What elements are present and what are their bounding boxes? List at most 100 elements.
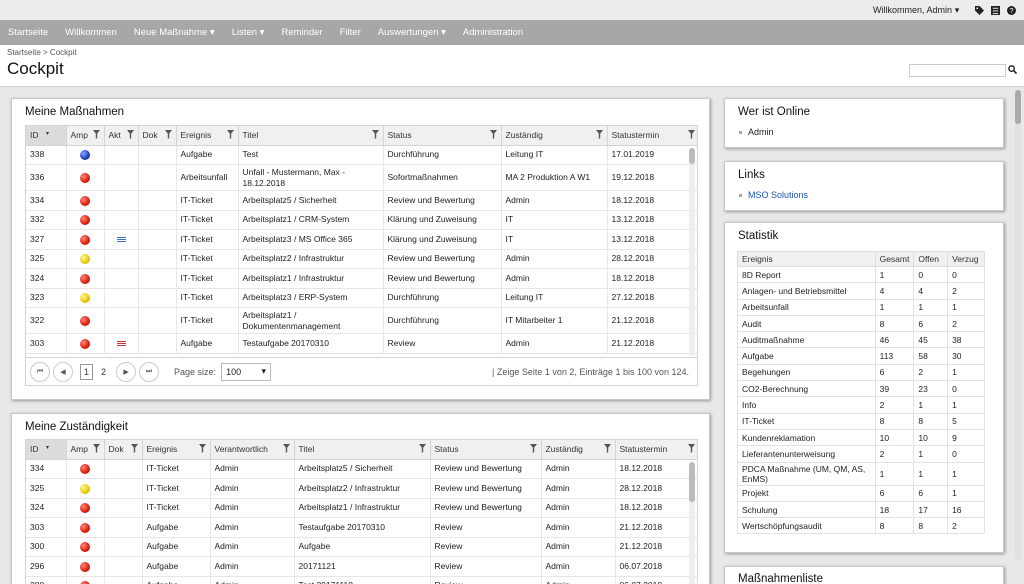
- page-1-button[interactable]: 1: [80, 363, 94, 380]
- column-header[interactable]: Amp: [66, 126, 105, 146]
- search-icon[interactable]: [1008, 65, 1018, 77]
- filter-icon[interactable]: [226, 130, 234, 139]
- statistik-title: Statistik: [738, 230, 779, 242]
- cell-id: 323: [26, 288, 67, 308]
- table-row[interactable]: 296 Aufgabe Admin 20171121 Review Admin 06.07.…: [26, 556, 697, 577]
- table-row[interactable]: 325 IT-Ticket Admin Arbeitsplatz2 / Infrast…: [26, 478, 697, 499]
- stat-value: 0: [947, 265, 985, 284]
- table-row[interactable]: 300 Aufgabe Admin Aufgabe Review Admin 21.12.2…: [26, 537, 697, 557]
- table-row[interactable]: 303 Aufgabe Admin Testaufgabe 20170310 Revie…: [26, 517, 697, 538]
- column-header[interactable]: Dok: [138, 126, 177, 146]
- column-header[interactable]: Zuständig: [501, 126, 608, 146]
- filter-icon[interactable]: [92, 130, 100, 139]
- massnahmen-scrollbar[interactable]: [689, 148, 695, 356]
- nav-auswertungen[interactable]: Auswertungen ▾: [378, 27, 446, 38]
- zustaendigkeit-scrollbar[interactable]: [689, 462, 695, 584]
- column-header[interactable]: Statustermin: [615, 440, 697, 460]
- table-row[interactable]: 303 Aufgabe Testaufgabe 20170310 Review Admi…: [26, 333, 697, 354]
- activity-icon[interactable]: [116, 236, 126, 243]
- table-row[interactable]: 322 IT-Ticket Arbeitsplatz1 / Dokumentenma…: [26, 307, 697, 334]
- activity-icon[interactable]: [116, 340, 126, 347]
- chevron-down-icon[interactable]: ▾: [952, 5, 962, 15]
- column-header[interactable]: Ereignis: [142, 440, 211, 460]
- column-header-label: Ereignis: [146, 444, 178, 455]
- table-row[interactable]: 338 Aufgabe Test Durchführung Leitung IT 17.0…: [26, 145, 697, 165]
- breadcrumb[interactable]: Startseite > Cockpit: [7, 48, 77, 57]
- filter-icon[interactable]: [418, 444, 426, 453]
- table-row[interactable]: 324 IT-Ticket Arbeitsplatz1 / Infrastruktu…: [26, 268, 697, 289]
- cell-zustaendig: Admin: [501, 190, 608, 211]
- tag-icon[interactable]: [974, 5, 984, 15]
- column-header[interactable]: ID ▾: [26, 440, 67, 460]
- filter-icon[interactable]: [371, 130, 379, 139]
- cell-statustermin: 19.12.2018: [607, 164, 697, 191]
- filter-icon[interactable]: [126, 130, 134, 139]
- nav-listen[interactable]: Listen ▾: [232, 27, 265, 38]
- page-2-button[interactable]: 2: [101, 367, 106, 377]
- user-menu[interactable]: Willkommen, Admin: [873, 5, 952, 15]
- cell-ereignis: IT-Ticket: [142, 459, 211, 479]
- filter-icon[interactable]: [687, 444, 695, 453]
- link-mso-solutions[interactable]: MSO Solutions: [739, 190, 808, 200]
- column-header[interactable]: Verantwortlich: [210, 440, 295, 460]
- column-header[interactable]: Status: [383, 126, 502, 146]
- table-row[interactable]: 324 IT-Ticket Admin Arbeitsplatz1 / Infrast…: [26, 498, 697, 518]
- sort-icon[interactable]: ▾: [46, 130, 49, 137]
- filter-icon[interactable]: [130, 444, 138, 453]
- filter-icon[interactable]: [603, 444, 611, 453]
- next-page-button[interactable]: ▶: [116, 361, 137, 382]
- filter-icon[interactable]: [595, 130, 603, 139]
- filter-icon[interactable]: [92, 444, 100, 453]
- nav-reminder[interactable]: Reminder: [281, 27, 322, 38]
- filter-icon[interactable]: [687, 130, 695, 139]
- nav-neue-massnahme[interactable]: Neue Maßnahme ▾: [134, 27, 215, 38]
- last-page-button[interactable]: ⏭: [139, 361, 160, 382]
- column-header[interactable]: Amp: [66, 440, 105, 460]
- nav-startseite[interactable]: Startseite: [8, 27, 48, 38]
- help-icon[interactable]: ?: [1006, 5, 1016, 15]
- table-row[interactable]: 327 IT-Ticket Arbeitsplatz3 / MS Office 36…: [26, 229, 697, 250]
- table-row[interactable]: 334 IT-Ticket Arbeitsplatz5 / Sicherheit Re…: [26, 190, 697, 211]
- nav-filter[interactable]: Filter: [340, 27, 361, 38]
- search-input[interactable]: [909, 64, 1006, 77]
- stat-ereignis: Begehungen: [737, 363, 876, 382]
- status-light-icon: [80, 522, 90, 533]
- table-row[interactable]: 336 Arbeitsunfall Unfall - Mustermann, Max…: [26, 164, 697, 191]
- table-row[interactable]: 325 IT-Ticket Arbeitsplatz2 / Infrastruktu…: [26, 249, 697, 269]
- prev-page-button[interactable]: ◀: [53, 361, 73, 382]
- table-row[interactable]: 288AufgabeAdminTest 20171118ReviewAdmin0…: [26, 576, 697, 584]
- table-row[interactable]: 323 IT-Ticket Arbeitsplatz3 / ERP-System Du…: [26, 288, 697, 308]
- page-scrollbar[interactable]: [1015, 90, 1021, 560]
- filter-icon[interactable]: [282, 444, 290, 453]
- link-label[interactable]: MSO Solutions: [748, 190, 808, 200]
- cell-titel: Arbeitsplatz1 / CRM-System: [238, 210, 384, 230]
- filter-icon[interactable]: [529, 444, 537, 453]
- cell-zustaendig: Admin: [541, 556, 616, 577]
- table-row[interactable]: 334 IT-Ticket Admin Arbeitsplatz5 / Sicherh…: [26, 459, 697, 479]
- column-header[interactable]: Titel: [238, 126, 384, 146]
- column-header[interactable]: Statustermin: [607, 126, 697, 146]
- cell-ereignis: Aufgabe: [176, 333, 239, 354]
- bullet-icon: [739, 131, 742, 135]
- column-header[interactable]: Ereignis: [176, 126, 239, 146]
- column-header[interactable]: ID ▾: [26, 126, 67, 146]
- filter-icon[interactable]: [489, 130, 497, 139]
- zustaendigkeit-grid: ID ▾ Amp Dok Ereignis Verantwortlich Titel Stat…: [25, 439, 698, 584]
- nav-administration[interactable]: Administration: [463, 27, 523, 38]
- column-header[interactable]: Akt: [104, 126, 139, 146]
- list-icon[interactable]: [990, 5, 1000, 15]
- filter-icon[interactable]: [198, 444, 206, 453]
- page-size-select[interactable]: 100 ▾: [221, 362, 272, 381]
- column-header[interactable]: Dok: [104, 440, 143, 460]
- column-header[interactable]: Titel: [294, 440, 431, 460]
- first-page-button[interactable]: ⏮: [30, 361, 50, 382]
- cell-zustaendig: IT: [501, 229, 608, 250]
- column-header[interactable]: Status: [430, 440, 542, 460]
- column-header[interactable]: Zuständig: [541, 440, 616, 460]
- cell-titel: Arbeitsplatz1 / Dokumentenmanagement: [238, 307, 384, 334]
- table-row[interactable]: 332 IT-Ticket Arbeitsplatz1 / CRM-System Kl…: [26, 210, 697, 230]
- cell-verantwortlich: Admin: [210, 537, 295, 557]
- nav-willkommen[interactable]: Willkommen: [65, 27, 117, 38]
- filter-icon[interactable]: [164, 130, 172, 139]
- sort-icon[interactable]: ▾: [46, 444, 49, 451]
